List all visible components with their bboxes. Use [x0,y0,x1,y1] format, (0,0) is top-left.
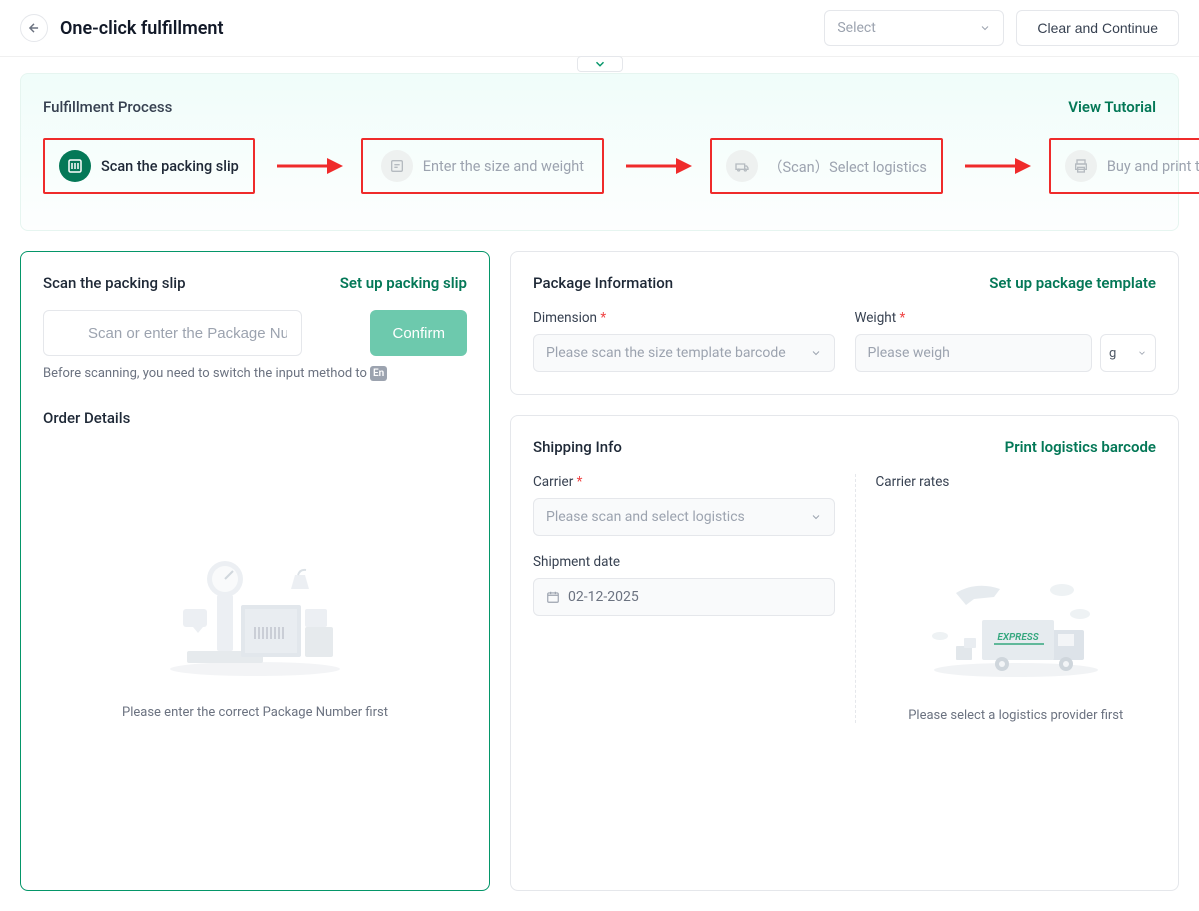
setup-packing-slip-link[interactable]: Set up packing slip [340,274,467,292]
header-left: One-click fulfillment [20,14,224,42]
shipment-date-value: 02-12-2025 [568,589,639,605]
package-scale-illustration-icon [155,547,355,677]
shipping-left: Carrier * Please scan and select logisti… [533,474,835,723]
scan-row: Confirm [43,310,467,356]
shipment-date-input[interactable]: 02-12-2025 [533,578,835,616]
shipment-date-label: Shipment date [533,554,835,570]
dimension-label: Dimension * [533,310,835,326]
calendar-icon [546,590,560,604]
shipping-right: Carrier rates [855,474,1157,723]
card-title: Shipping Info [533,438,622,456]
size-weight-icon [381,150,413,182]
page-title: One-click fulfillment [60,18,224,39]
weight-unit-select[interactable]: g [1100,334,1156,372]
package-information-card: Package Information Set up package templ… [510,251,1179,395]
step-label: Scan the packing slip [101,158,239,175]
view-tutorial-link[interactable]: View Tutorial [1068,98,1156,116]
back-button[interactable] [20,14,48,42]
step-select-logistics: （Scan）Select logistics [710,138,943,194]
step-enter-size-weight: Enter the size and weight [361,138,604,194]
input-method-hint: Before scanning, you need to switch the … [43,366,467,381]
right-column: Package Information Set up package templ… [510,251,1179,891]
weight-unit-value: g [1109,346,1116,361]
collapse-toggle[interactable] [577,56,623,72]
step-label: （Scan）Select logistics [768,156,927,177]
empty-state-text: Please select a logistics provider first [908,708,1123,723]
empty-state-text: Please enter the correct Package Number … [122,705,388,720]
dimension-select[interactable]: Please scan the size template barcode [533,334,835,372]
chevron-down-icon [593,57,607,71]
step-label: Buy and print the label [1107,158,1199,175]
arrow-right-icon [622,155,692,177]
step-buy-print-label: Buy and print the label [1049,138,1199,194]
arrow-right-icon [961,155,1031,177]
print-logistics-barcode-link[interactable]: Print logistics barcode [1005,438,1156,456]
card-header: Package Information Set up package templ… [533,274,1156,292]
scan-packing-slip-card: Scan the packing slip Set up packing sli… [20,251,490,891]
card-header: Shipping Info Print logistics barcode [533,438,1156,456]
chevron-down-icon [810,511,822,523]
chevron-down-icon [979,22,991,34]
required-mark: * [900,310,906,326]
shipping-grid: Carrier * Please scan and select logisti… [533,474,1156,723]
header-right: Select Clear and Continue [824,10,1179,46]
package-fields-row: Dimension * Please scan the size templat… [533,310,1156,372]
card-title: Scan the packing slip [43,274,186,292]
step-label: Enter the size and weight [423,158,584,175]
arrow-left-icon [27,21,41,35]
hint-text: Before scanning, you need to switch the … [43,366,367,381]
required-mark: * [600,310,606,326]
weight-placeholder: Please weigh [868,345,950,361]
arrow-right-icon [273,155,343,177]
svg-text:EXPRESS: EXPRESS [997,632,1038,643]
fulfillment-process-panel: Fulfillment Process View Tutorial Scan t… [20,73,1179,231]
carrier-field-group: Carrier * Please scan and select logisti… [533,474,835,536]
main-grid: Scan the packing slip Set up packing sli… [0,231,1199,911]
shipment-date-field-group: Shipment date 02-12-2025 [533,554,835,616]
dimension-placeholder: Please scan the size template barcode [546,345,786,361]
scan-slip-icon [59,150,91,182]
card-title: Package Information [533,274,673,292]
weight-label: Weight * [855,310,1157,326]
step-scan-packing-slip: Scan the packing slip [43,138,255,194]
chevron-down-icon [810,347,822,359]
setup-package-template-link[interactable]: Set up package template [989,274,1156,292]
express-truck-illustration-icon: EXPRESS [926,578,1106,678]
steps-row: Scan the packing slip Enter the size and… [43,138,1156,194]
scan-input-wrap [43,310,358,356]
clear-continue-button[interactable]: Clear and Continue [1016,10,1179,46]
en-badge: En [370,366,387,381]
carrier-label: Carrier * [533,474,835,490]
print-label-icon [1065,150,1097,182]
carrier-rates-label: Carrier rates [876,474,1157,490]
dimension-field-group: Dimension * Please scan the size templat… [533,310,835,372]
process-header: Fulfillment Process View Tutorial [43,98,1156,116]
shipping-info-card: Shipping Info Print logistics barcode Ca… [510,415,1179,891]
order-details-title: Order Details [43,409,467,427]
process-title: Fulfillment Process [43,98,172,116]
page-header: One-click fulfillment Select Clear and C… [0,0,1199,57]
required-mark: * [577,474,583,490]
logistics-icon [726,150,758,182]
package-number-input[interactable] [43,310,302,356]
confirm-button[interactable]: Confirm [370,310,467,356]
weight-row: Please weigh g [855,334,1157,372]
carrier-rates-empty-state: EXPRESS Please select a logistics provid [876,498,1157,723]
header-select[interactable]: Select [824,10,1004,46]
chevron-down-icon [1137,348,1147,358]
weight-input[interactable]: Please weigh [855,334,1093,372]
card-header: Scan the packing slip Set up packing sli… [43,274,467,292]
carrier-select[interactable]: Please scan and select logistics [533,498,835,536]
carrier-placeholder: Please scan and select logistics [546,509,745,525]
order-details-empty-state: Please enter the correct Package Number … [43,427,467,760]
header-select-placeholder: Select [837,20,875,36]
weight-field-group: Weight * Please weigh g [855,310,1157,372]
